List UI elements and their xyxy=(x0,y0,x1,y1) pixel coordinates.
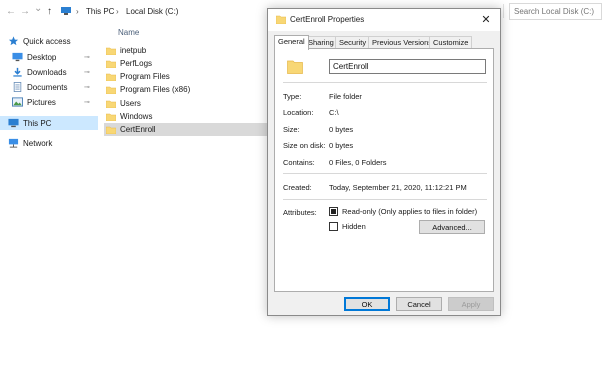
sidebar-item-downloads[interactable]: Downloads ⊸ xyxy=(0,65,98,79)
divider xyxy=(283,199,487,200)
this-pc-icon xyxy=(61,7,71,15)
size-on-disk-value: 0 bytes xyxy=(329,141,354,150)
file-name: inetpub xyxy=(120,46,147,55)
sidebar-item-desktop[interactable]: Desktop ⊸ xyxy=(0,50,98,64)
folder-icon xyxy=(106,47,116,55)
close-icon[interactable]: ✕ xyxy=(476,12,496,28)
file-row-perflogs[interactable]: PerfLogs xyxy=(104,57,267,70)
type-label: Type: xyxy=(283,92,302,101)
sidebar-item-pictures[interactable]: Pictures ⊸ xyxy=(0,95,98,109)
hidden-label: Hidden xyxy=(342,222,366,231)
size-value: 0 bytes xyxy=(329,125,354,134)
sidebar-item-label: Downloads xyxy=(27,67,67,77)
apply-button[interactable]: Apply xyxy=(448,297,494,311)
sidebar-item-this-pc[interactable]: This PC xyxy=(0,116,98,130)
file-row-users[interactable]: Users xyxy=(104,97,267,110)
file-row-windows[interactable]: Windows xyxy=(104,110,267,123)
file-row-program-files[interactable]: Program Files xyxy=(104,70,267,83)
readonly-option[interactable]: Read-only (Only applies to files in fold… xyxy=(329,207,477,216)
contains-value: 0 Files, 0 Folders xyxy=(329,158,387,167)
star-icon xyxy=(8,36,19,46)
divider xyxy=(283,173,487,174)
network-icon xyxy=(8,138,19,148)
sidebar-item-documents[interactable]: Documents ⊸ xyxy=(0,80,98,94)
hidden-checkbox[interactable] xyxy=(329,222,338,231)
recent-locations-icon[interactable]: ⌄ xyxy=(34,3,42,15)
folder-icon xyxy=(287,60,303,74)
file-row-program-files-x86[interactable]: Program Files (x86) xyxy=(104,83,267,96)
advanced-button[interactable]: Advanced... xyxy=(419,220,485,234)
dialog-titlebar[interactable]: CertEnroll Properties ✕ xyxy=(268,9,500,31)
sidebar-item-label: Pictures xyxy=(27,97,56,107)
forward-arrow-icon[interactable]: → xyxy=(20,6,30,18)
tab-general[interactable]: General xyxy=(274,35,309,50)
file-name: Windows xyxy=(120,112,153,121)
cancel-button[interactable]: Cancel xyxy=(396,297,442,311)
attributes-label: Attributes: xyxy=(283,208,317,217)
hidden-option[interactable]: Hidden xyxy=(329,222,366,231)
sidebar-item-label: Documents xyxy=(27,82,68,92)
created-label: Created: xyxy=(283,183,312,192)
folder-icon xyxy=(106,86,116,94)
location-label: Location: xyxy=(283,108,314,117)
breadcrumb-local-disk[interactable]: Local Disk (C:) xyxy=(126,7,178,16)
search-box[interactable] xyxy=(509,3,602,20)
location-value: C:\ xyxy=(329,108,339,117)
contains-label: Contains: xyxy=(283,158,315,167)
file-name: CertEnroll xyxy=(120,125,156,134)
folder-icon xyxy=(276,15,286,24)
type-value: File folder xyxy=(329,92,362,101)
properties-dialog: CertEnroll Properties ✕ General Sharing … xyxy=(267,8,501,316)
sidebar-item-label: Desktop xyxy=(27,52,57,62)
sidebar-item-label: Quick access xyxy=(23,36,71,46)
folder-icon xyxy=(106,60,116,68)
navigation-pane: Quick access Desktop ⊸ Downloads ⊸ Docum… xyxy=(0,28,98,374)
size-label: Size: xyxy=(283,125,300,134)
folder-icon xyxy=(106,113,116,121)
pictures-icon xyxy=(12,97,23,107)
sidebar-item-network[interactable]: Network xyxy=(0,136,98,150)
documents-icon xyxy=(13,82,22,92)
file-row-inetpub[interactable]: inetpub xyxy=(104,44,267,57)
sidebar-item-quick-access[interactable]: Quick access xyxy=(0,34,98,48)
dialog-title: CertEnroll Properties xyxy=(290,15,365,24)
back-arrow-icon[interactable]: ← xyxy=(6,6,16,18)
breadcrumb-separator: › xyxy=(76,7,79,16)
divider xyxy=(283,82,487,83)
sidebar-item-label: Network xyxy=(23,138,53,148)
created-value: Today, September 21, 2020, 11:12:21 PM xyxy=(329,183,467,192)
readonly-label: Read-only (Only applies to files in fold… xyxy=(342,207,478,216)
download-icon xyxy=(13,67,22,77)
file-name: PerfLogs xyxy=(120,59,153,68)
pin-icon[interactable]: ⊸ xyxy=(84,53,90,61)
file-row-certenroll[interactable]: CertEnroll xyxy=(104,123,267,136)
folder-name-input[interactable] xyxy=(329,59,486,74)
sidebar-item-label: This PC xyxy=(23,118,52,128)
readonly-checkbox[interactable] xyxy=(329,207,338,216)
file-name: Program Files (x86) xyxy=(120,85,191,94)
breadcrumb-this-pc[interactable]: This PC xyxy=(86,7,114,16)
column-header-name[interactable]: Name xyxy=(118,28,139,37)
pin-icon[interactable]: ⊸ xyxy=(84,68,90,76)
pin-icon[interactable]: ⊸ xyxy=(84,98,90,106)
file-name: Program Files xyxy=(120,72,170,81)
folder-icon xyxy=(106,73,116,81)
ok-button[interactable]: OK xyxy=(344,297,390,311)
general-tab-panel: Type: File folder Location: C:\ Size: 0 … xyxy=(274,48,494,292)
file-name: Users xyxy=(120,99,141,108)
divider xyxy=(503,4,504,18)
size-on-disk-label: Size on disk: xyxy=(283,141,326,150)
folder-icon xyxy=(106,100,116,108)
computer-icon xyxy=(8,118,19,128)
up-arrow-icon[interactable]: ↑ xyxy=(47,6,52,18)
breadcrumb-separator: › xyxy=(116,7,119,16)
desktop-icon xyxy=(12,52,23,62)
folder-icon xyxy=(106,126,116,134)
search-input[interactable] xyxy=(510,4,601,19)
pin-icon[interactable]: ⊸ xyxy=(84,83,90,91)
